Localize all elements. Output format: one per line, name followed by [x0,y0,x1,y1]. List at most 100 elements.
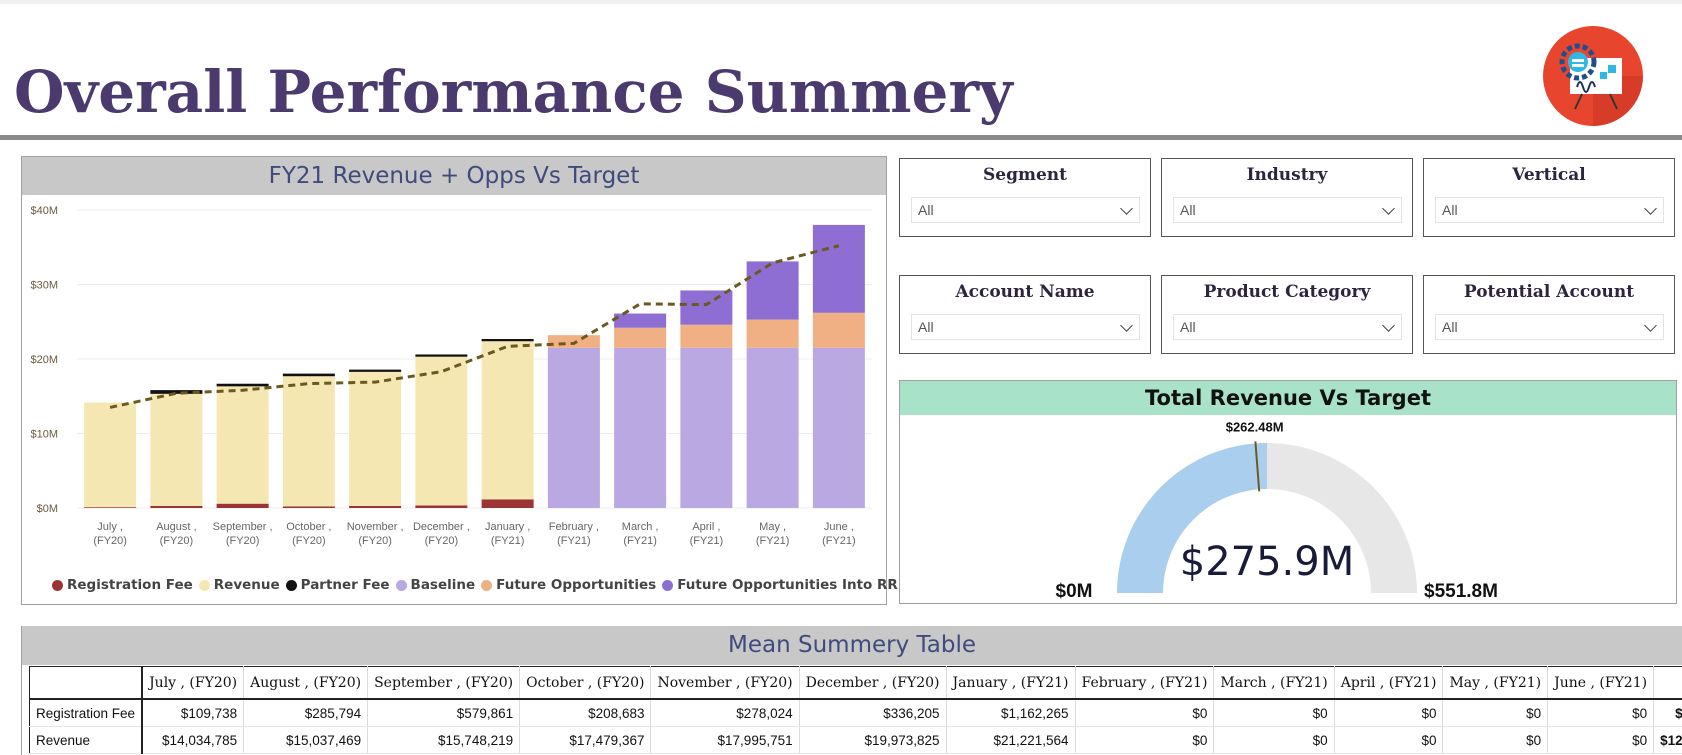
potential-account-filter-label: Potential Account [1463,282,1635,302]
bar-future-opportunities[interactable] [614,327,667,348]
bar-revenue[interactable] [415,356,468,506]
table-column-header[interactable]: August , (FY20) [243,666,369,700]
legend-item[interactable]: Future Opportunities Into RR [662,577,898,593]
bar-future-opportunities[interactable] [680,324,733,348]
legend-item[interactable]: Baseline [395,577,475,593]
table-cell: $0 [1442,699,1549,727]
bar-future-opportunities-into-rr[interactable] [746,261,799,320]
y-tick-label: $40M [30,205,58,217]
bar-baseline[interactable] [680,347,733,508]
table-row[interactable]: Registration Fee $109,738 $285,794 $579,861… [29,699,1682,727]
x-tick-label: August , (FY20) [156,521,196,547]
bar-partner-fee[interactable] [216,383,269,387]
chevron-down-icon [1382,202,1395,215]
product-category-filter[interactable]: Product Category All [1161,275,1413,354]
bar-partner-fee[interactable] [481,339,534,342]
top-border [0,0,1682,4]
bar-future-opportunities-into-rr[interactable] [614,313,667,328]
table-cell: $0 [1334,726,1444,754]
potential-account-dropdown[interactable]: All [1435,314,1664,340]
table-column-header[interactable]: November , (FY20) [650,666,800,700]
table-column-header[interactable]: October , (FY20) [519,666,652,700]
segment-dropdown-value: All [918,202,934,218]
bar-revenue[interactable] [216,386,269,504]
potential-account-dropdown-value: All [1442,319,1458,335]
industry-dropdown[interactable]: All [1173,197,1402,223]
table-title: Mean Summery Table [22,626,1682,665]
gauge-min-label: $0M [1056,581,1093,602]
table-corner-header[interactable] [29,666,144,700]
table-cell: $0 [1213,726,1335,754]
industry-filter[interactable]: Industry All [1161,158,1413,237]
bar-revenue[interactable] [150,393,203,506]
table-column-header[interactable]: March , (FY21) [1213,666,1335,700]
legend-item[interactable]: Registration Fee [52,577,193,593]
segment-dropdown[interactable]: All [911,197,1140,223]
x-tick-label: February , (FY21) [549,521,599,547]
legend-item[interactable]: Future Opportunities [481,577,656,593]
legend-label: Partner Fee [300,577,390,593]
legend-label: Revenue [213,577,280,593]
bar-future-opportunities-into-rr[interactable] [680,290,733,325]
bar-baseline[interactable] [614,347,667,508]
bar-baseline[interactable] [547,347,600,508]
legend-label: Future Opportunities Into RR [677,577,898,593]
x-tick-label: October , (FY20) [286,521,331,547]
bar-registration-fee[interactable] [216,503,269,508]
x-tick-label: April , (FY21) [690,521,724,547]
bar-partner-fee[interactable] [349,369,402,372]
bar-future-opportunities[interactable] [547,335,600,348]
account-name-dropdown[interactable]: All [911,314,1140,340]
bar-future-opportunities[interactable] [812,312,865,348]
bar-revenue[interactable] [84,402,137,508]
table-column-header[interactable]: June , (FY21) [1547,666,1655,700]
table-cell: $17,995,751 [650,726,800,754]
table-column-header[interactable]: Total [1653,666,1682,700]
vertical-dropdown-value: All [1442,202,1458,218]
presentation-board-gear-icon [1543,26,1643,126]
y-tick-label: $10M [30,429,58,441]
table-cell: $208,683 [519,699,652,727]
bar-partner-fee[interactable] [282,373,335,377]
potential-account-filter[interactable]: Potential Account All [1423,275,1675,354]
bar-registration-fee[interactable] [349,505,402,508]
segment-filter[interactable]: Segment All [899,158,1151,237]
bar-registration-fee[interactable] [150,505,203,508]
table-column-header[interactable]: July , (FY20) [142,666,245,700]
product-category-dropdown[interactable]: All [1173,314,1402,340]
legend-swatch [52,579,63,591]
table-column-header[interactable]: May , (FY21) [1442,666,1549,700]
bar-registration-fee[interactable] [282,506,335,508]
vertical-dropdown[interactable]: All [1435,197,1664,223]
vertical-filter[interactable]: Vertical All [1423,158,1675,237]
table-column-header[interactable]: September , (FY20) [367,666,521,700]
table-column-header[interactable]: January , (FY21) [946,666,1076,700]
bar-future-opportunities[interactable] [746,319,799,348]
table-column-header[interactable]: April , (FY21) [1334,666,1444,700]
table-column-header[interactable]: February , (FY21) [1075,666,1215,700]
x-tick-label: December , (FY20) [413,521,470,547]
table-cell: $0 [1075,699,1215,727]
bar-baseline[interactable] [812,347,865,508]
chevron-down-icon [1644,202,1657,215]
table-cell: $17,479,367 [519,726,652,754]
legend-item[interactable]: Revenue [198,577,280,593]
bar-baseline[interactable] [746,347,799,508]
legend-item[interactable]: Partner Fee [285,577,390,593]
bar-revenue[interactable] [282,376,335,507]
account-name-filter[interactable]: Account Name All [899,275,1151,354]
bar-revenue[interactable] [349,371,402,506]
gauge-title: Total Revenue Vs Target [900,381,1676,415]
y-tick-label: $20M [30,354,58,366]
page-title: Overall Performance Summery [14,58,1013,126]
bar-revenue[interactable] [481,341,534,500]
bar-registration-fee[interactable] [481,499,534,508]
row-label: Registration Fee [29,699,144,727]
table-column-header[interactable]: December , (FY20) [799,666,947,700]
bar-registration-fee[interactable] [84,507,137,508]
bar-registration-fee[interactable] [415,505,468,508]
bar-future-opportunities-into-rr[interactable] [812,224,865,313]
revenue-chart: $0M $10M $20M $30M $40M July , (FY20) August ,(… [30,205,872,547]
bar-partner-fee[interactable] [415,354,468,357]
table-row[interactable]: Revenue $14,034,785 $15,037,469 $15,748,219… [29,726,1682,754]
